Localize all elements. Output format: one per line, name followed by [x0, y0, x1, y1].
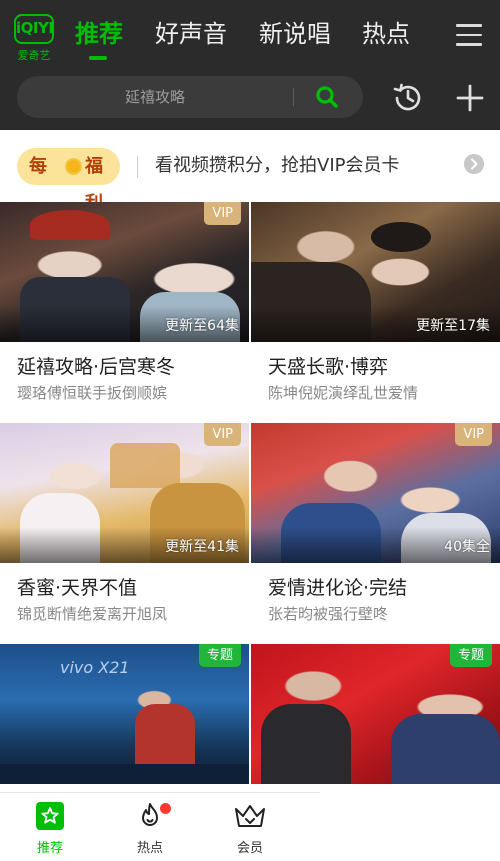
history-icon[interactable] — [391, 81, 425, 115]
video-thumbnail[interactable]: VIP 更新至64集 — [0, 202, 249, 342]
video-thumbnail[interactable]: VIP 更新至41集 — [0, 423, 249, 563]
nav-recommend[interactable]: 推荐 — [10, 801, 90, 856]
tab-hot[interactable]: 热点 — [362, 17, 410, 51]
video-thumbnail[interactable]: VIP 40集全 — [251, 423, 500, 563]
video-description: 璎珞傅恒联手扳倒顺嫔 — [17, 384, 168, 402]
search-bar[interactable]: 延禧攻略 — [17, 76, 363, 118]
menu-icon[interactable] — [456, 24, 482, 46]
stage-screen-text: vivo X21 — [60, 658, 130, 677]
star-icon — [36, 802, 64, 830]
video-title[interactable]: 香蜜·天界不值 — [17, 573, 137, 600]
episode-status: 更新至64集 — [165, 318, 239, 334]
video-card[interactable]: vivo X21 专题 — [0, 644, 249, 784]
notification-dot — [160, 803, 171, 814]
search-input[interactable]: 延禧攻略 — [17, 76, 293, 118]
logo-mark: iQIYI — [14, 14, 54, 44]
daily-benefit-badge[interactable]: 每 福利 — [17, 148, 120, 214]
episode-status: 更新至41集 — [165, 539, 239, 555]
iqiyi-logo[interactable]: iQIYI 爱奇艺 — [14, 14, 54, 64]
video-card[interactable]: VIP 更新至64集 延禧攻略·后宫寒冬 璎珞傅恒联手扳倒顺嫔 — [0, 202, 249, 423]
tab-recommend[interactable]: 推荐 — [75, 17, 123, 51]
video-card[interactable]: VIP 更新至41集 香蜜·天界不值 锦觅断情绝爱离开旭凤 — [0, 423, 249, 644]
search-icon[interactable] — [315, 85, 339, 109]
nav-label: 会员 — [236, 841, 263, 856]
top-header: iQIYI 爱奇艺 推荐 好声音 新说唱 热点 延禧攻略 — [0, 0, 500, 130]
tab-good-voice[interactable]: 好声音 — [155, 17, 227, 51]
plus-icon[interactable] — [454, 82, 486, 114]
vip-badge: VIP — [455, 423, 492, 446]
video-title[interactable]: 爱情进化论·完结 — [268, 573, 407, 600]
crown-icon — [235, 805, 265, 827]
video-card[interactable]: VIP 40集全 爱情进化论·完结 张若昀被强行壁咚 — [251, 423, 500, 644]
banner-divider — [137, 156, 138, 178]
video-thumbnail[interactable]: vivo X21 专题 — [0, 644, 249, 784]
active-tab-indicator — [89, 56, 107, 60]
episode-status: 更新至17集 — [416, 318, 490, 334]
nav-hot[interactable]: 热点 — [110, 801, 190, 856]
badge-text-daily: 每 — [29, 156, 47, 177]
video-description: 锦觅断情绝爱离开旭凤 — [17, 605, 168, 623]
chevron-right-icon[interactable] — [464, 154, 484, 174]
nav-label: 推荐 — [36, 841, 63, 856]
search-divider — [293, 88, 294, 106]
bottom-nav: 推荐 热点 会员 — [0, 792, 320, 861]
vip-badge: VIP — [204, 423, 241, 446]
video-title[interactable]: 延禧攻略·后宫寒冬 — [17, 352, 175, 379]
coin-icon — [65, 158, 82, 175]
topic-badge: 专题 — [449, 644, 492, 667]
video-title[interactable]: 天盛长歌·博弈 — [268, 352, 388, 379]
video-card[interactable]: 专题 — [251, 644, 500, 784]
benefit-banner[interactable]: 每 福利 看视频攒积分，抢拍VIP会员卡 — [0, 130, 500, 214]
tab-new-rap[interactable]: 新说唱 — [259, 17, 331, 51]
episode-status: 40集全 — [444, 539, 490, 555]
video-card[interactable]: 更新至17集 天盛长歌·博弈 陈坤倪妮演绎乱世爱情 — [251, 202, 500, 423]
video-description: 张若昀被强行壁咚 — [268, 605, 389, 623]
topic-badge: 专题 — [198, 644, 241, 667]
video-thumbnail[interactable]: 更新至17集 — [251, 202, 500, 342]
banner-text[interactable]: 看视频攒积分，抢拍VIP会员卡 — [155, 152, 399, 180]
logo-text: 爱奇艺 — [17, 49, 51, 62]
nav-label: 热点 — [136, 841, 163, 856]
video-description: 陈坤倪妮演绎乱世爱情 — [268, 384, 419, 402]
vip-badge: VIP — [204, 202, 241, 225]
video-thumbnail[interactable]: 专题 — [251, 644, 500, 784]
nav-vip[interactable]: 会员 — [210, 801, 290, 856]
